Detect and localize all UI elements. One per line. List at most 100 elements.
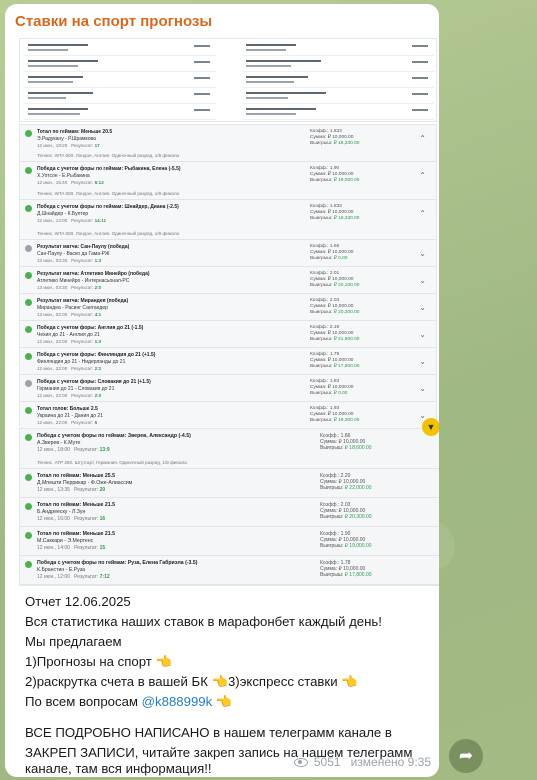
bet-row[interactable]: Победа с учетом форы по геймам: Зверев, … — [20, 429, 439, 469]
bet-row[interactable]: Тотал по геймам: Меньше 25.5 Д.Мпешти Пер… — [20, 469, 439, 498]
bet-result: 16 — [99, 516, 106, 522]
coef-label: Коэфф.: — [310, 244, 329, 249]
sum-label: Сумма: — [310, 250, 327, 255]
bet-date: 13 июн., 03:30 — [37, 258, 68, 263]
bet-row[interactable]: Победа с учетом форы: Словакия до 21 (+1… — [20, 375, 436, 402]
bet-date-result: 12 июн., 22:00 Результат: 5 — [37, 420, 97, 425]
bet-result-label: Результат: — [71, 366, 94, 371]
bet-date: 13 июн., 03:30 — [37, 285, 68, 290]
coef-value: 1.833 — [329, 129, 342, 134]
win-label: Выигрыш: — [320, 543, 344, 549]
bet-date-result: 12 июн., 22:00 Результат: 1:3 — [37, 339, 101, 344]
bet-match: Мирандеа - Расинг Сантандер — [37, 305, 108, 311]
bet-result-label: Результат: — [71, 339, 94, 344]
bet-row[interactable]: Результат матча: Сан-Паулу (победа) Сан-П… — [20, 240, 436, 267]
bet-result-label: Результат: — [71, 393, 94, 398]
collapse-chevron-icon[interactable]: ⌄ — [419, 384, 426, 393]
bet-match: Германия до 21 - Словакия до 21 — [37, 386, 115, 392]
bet-row[interactable]: Результат матча: Атлетико Минейро (побед… — [20, 267, 436, 294]
bet-row[interactable]: Победа с учетом форы по геймам: Рыбакина… — [20, 162, 436, 200]
bet-match: Украина до 21 - Дания до 21 — [37, 413, 103, 419]
bet-status-icon — [25, 353, 32, 360]
bet-date: 12 июн., 18:00 — [37, 447, 70, 453]
bet-date: 12 июн., 12:00 — [37, 574, 70, 580]
bet-result: 6:12 — [94, 180, 104, 185]
bet-row[interactable]: Тотал голов: Больше 2.5 Украина до 21 - Д… — [20, 402, 436, 429]
share-forward-icon[interactable]: ➦ — [449, 739, 483, 773]
bet-tournament: Теннис. WTA 500. Лондон, Англия. Одиночн… — [37, 153, 180, 158]
coef-label: Коэфф.: — [310, 406, 329, 411]
bet-result-label: Результат: — [74, 447, 99, 453]
bet-screenshot-list-2[interactable]: Победа с учетом форы по геймам: Зверев, … — [19, 428, 439, 586]
contact-link[interactable]: @k888999k — [142, 694, 213, 709]
bet-date: 12 июн., 16:40 — [37, 180, 68, 185]
win-value: ₽ 20,300.00 — [333, 310, 360, 315]
bet-amounts: Коэфф.: 1.66 Сумма: ₽ 10,000.00 Выигрыш: ₽… — [310, 244, 353, 262]
bet-status-icon — [25, 434, 32, 441]
bet-date-result: 12 июн., 22:00 Результат: 2:2 — [37, 366, 101, 371]
bet-row[interactable]: Победа с учетом форы: Финляндия до 21 (+… — [20, 348, 436, 375]
win-value: ₽ 18,330.00 — [333, 216, 360, 221]
coef-value: 1.79 — [329, 352, 340, 357]
bet-date: 12 июн., 22:00 — [37, 420, 68, 425]
message-line-predictions: 1)Прогнозы на спорт 👈 — [25, 654, 172, 669]
coef-value: 1.83 — [329, 379, 340, 384]
collapse-chevron-icon[interactable]: ⌄ — [419, 303, 426, 312]
win-value: ₽ 22,000.00 — [344, 485, 372, 491]
bet-row[interactable]: Тотал по геймам: Меньше 20.5 Э.Радукану -… — [20, 125, 436, 162]
coef-label: Коэфф.: — [310, 129, 329, 134]
collapse-chevron-icon[interactable]: ⌄ — [419, 249, 426, 258]
bet-row[interactable]: Победа с учетом форы по геймам: Руза, Ел… — [20, 556, 439, 585]
bet-match: Сан-Паулу - Васко да Гама-РЖ — [37, 251, 110, 257]
bet-result-label: Результат: — [71, 312, 94, 317]
collapse-chevron-icon[interactable]: ⌄ — [419, 357, 426, 366]
bet-row[interactable]: Тотал по геймам: Меньше 21.5 М.Саккари - … — [20, 527, 439, 556]
bet-result-label: Результат: — [74, 574, 99, 580]
message-bubble[interactable]: Ставки на спорт прогнозы Тотал по геймам… — [5, 4, 439, 777]
collapse-chevron-icon[interactable]: ⌃ — [419, 209, 426, 218]
edited-time: изменено 9:35 — [350, 755, 431, 769]
bet-status-icon — [25, 205, 32, 212]
collapse-chevron-icon[interactable]: ⌄ — [419, 276, 426, 285]
channel-title[interactable]: Ставки на спорт прогнозы — [15, 13, 212, 30]
collapse-chevron-icon[interactable]: ⌃ — [419, 171, 426, 180]
win-label: Выигрыш: — [320, 514, 344, 520]
bet-status-icon — [25, 299, 32, 306]
bet-status-icon — [25, 503, 32, 510]
win-label: Выигрыш: — [320, 485, 344, 491]
sum-value: ₽ 10,000.00 — [327, 277, 354, 282]
bet-row[interactable]: Тотал по геймам: Меньше 21.5 Б.Андреескy … — [20, 498, 439, 527]
bet-result: 15 — [99, 545, 106, 551]
bet-row[interactable]: Победа с учетом форы: Англия до 21 (-1.5… — [20, 321, 436, 348]
bet-date: 12 июн., 22:00 — [37, 339, 68, 344]
bet-date-result: 12 июн., 18:20 Результат: 17 — [37, 143, 100, 148]
bet-screenshot-list-1[interactable]: Тотал по геймам: Меньше 20.5 Э.Радукану -… — [19, 124, 437, 429]
bet-date: 12 июн., 16:00 — [37, 516, 70, 522]
bet-amounts: Коэфф.: 2.19 Сумма: ₽ 10,000.00 Выигрыш: ₽… — [310, 325, 359, 343]
collapse-chevron-icon[interactable]: ⌄ — [419, 330, 426, 339]
bet-date-result: 13 июн., 03:30 Результат: 2:0 — [37, 285, 101, 290]
sum-value: ₽ 10,000.00 — [327, 331, 354, 336]
bet-title: Тотал по геймам: Меньше 20.5 — [37, 129, 113, 135]
bet-date-result: 12 июн., 16:40 Результат: 6:12 — [37, 180, 104, 185]
coef-label: Коэфф.: — [310, 204, 329, 209]
bet-row[interactable]: Результат матча: Мирандея (победа) Миранд… — [20, 294, 436, 321]
win-label: Выигрыш: — [320, 445, 344, 451]
win-label: Выигрыш: — [320, 572, 344, 578]
scroll-badge-icon: ▼ — [422, 418, 439, 436]
coef-value: 2.03 — [329, 298, 340, 303]
bet-match: М.Саккари - Э.Мертенс — [37, 538, 94, 544]
coef-value: 1.93 — [329, 406, 340, 411]
bet-row[interactable]: Победа с учетом форы по геймам: Шнайдер,… — [20, 200, 436, 240]
bet-title: Результат матча: Атлетико Минейро (побед… — [37, 271, 150, 277]
bet-amounts: Коэфф.: 1.86 Сумма: ₽ 10,000.00 Выигрыш: ₽… — [320, 433, 372, 451]
collapse-chevron-icon[interactable]: ⌃ — [419, 134, 426, 143]
bet-date-result: 12 июн., 18:00 Результат: 13:9 — [37, 447, 110, 453]
message-line-info-1: ВСЕ ПОДРОБНО НАПИСАНО в нашем телеграмм … — [25, 725, 392, 740]
coef-value: 2.19 — [329, 325, 340, 330]
bet-amounts: Коэфф.: 1.833 Сумма: ₽ 10,000.00 Выигрыш: … — [310, 204, 359, 222]
bet-date: 12 июн., 14:00 — [37, 218, 68, 223]
bet-screenshot-overview[interactable] — [19, 38, 437, 122]
bet-result-label: Результат: — [71, 420, 94, 425]
bet-amounts: Коэфф.: 1.93 Сумма: ₽ 10,000.00 Выигрыш: ₽… — [310, 406, 359, 424]
